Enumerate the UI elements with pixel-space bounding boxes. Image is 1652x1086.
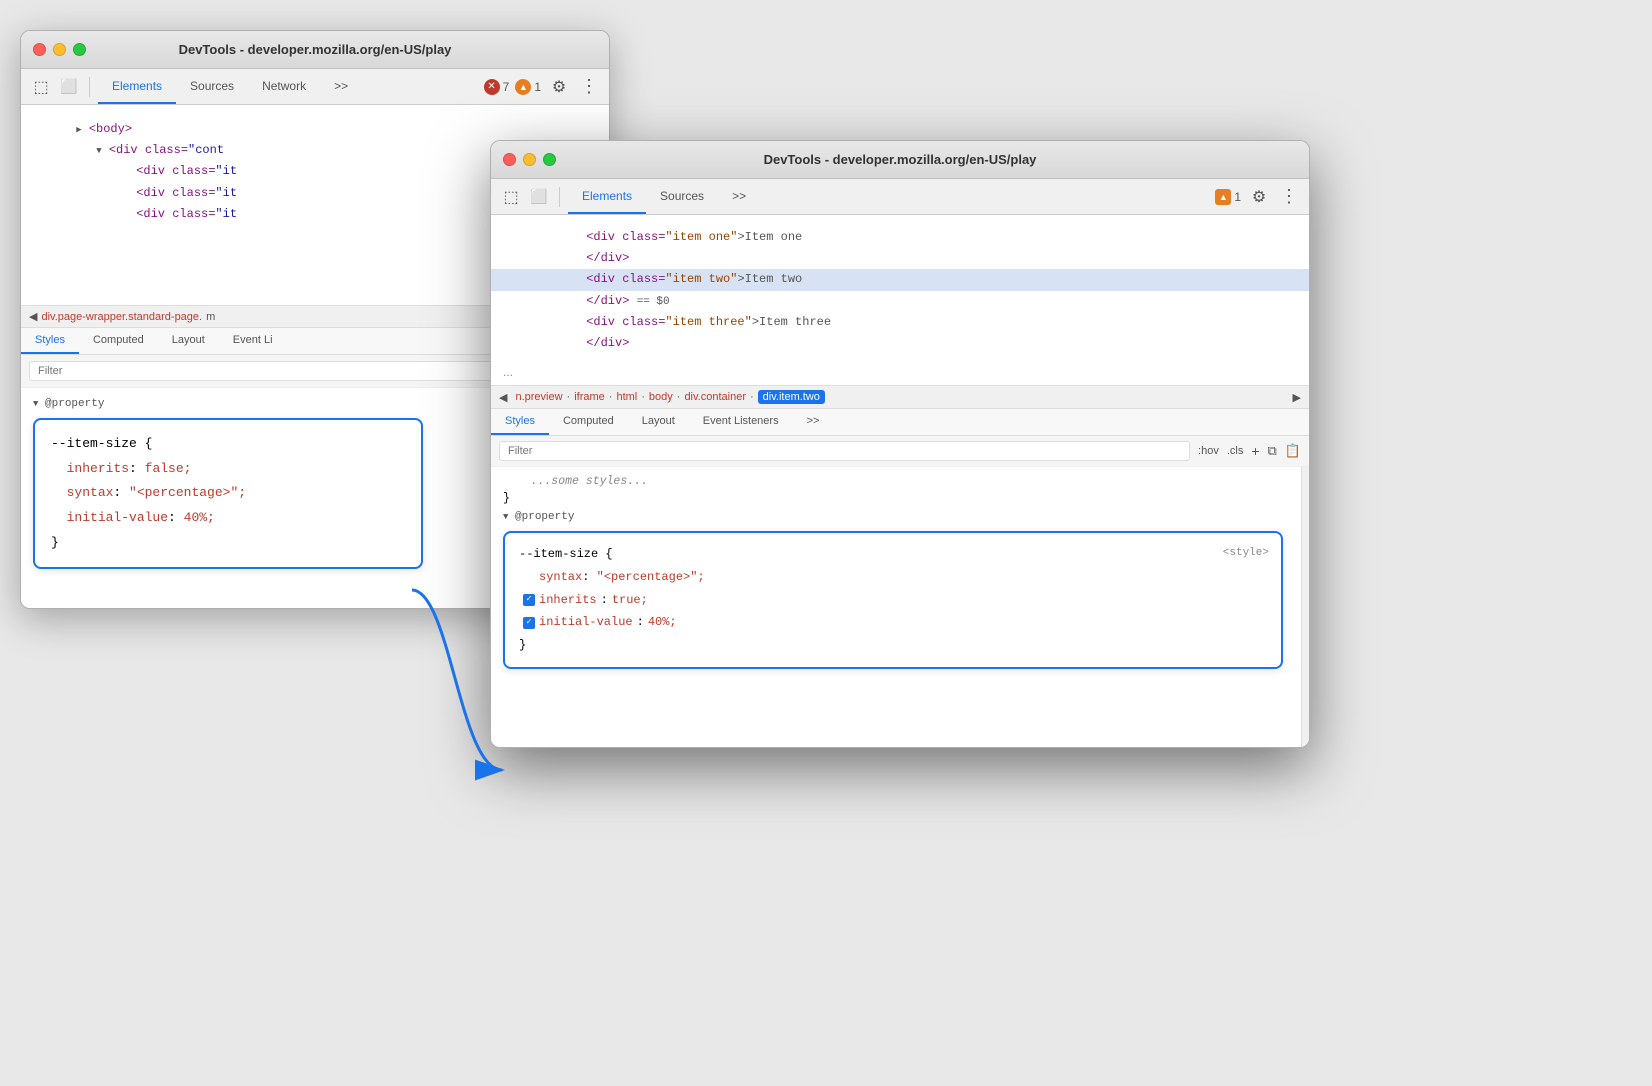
toolbar-front: ⬚ ⬜ Elements Sources >> ▲ 1 ⚙ ⋮: [491, 179, 1309, 215]
initial-value-checkbox[interactable]: [523, 617, 535, 629]
css-rule-back: --item-size { inherits: false; syntax: "…: [51, 432, 405, 555]
html-line-item-two-close: </div> == $0: [491, 291, 1309, 313]
tab-sources-front[interactable]: Sources: [646, 179, 718, 214]
copy-btn[interactable]: ⧉: [1268, 443, 1277, 459]
titlebar-back: DevTools - developer.mozilla.org/en-US/p…: [21, 31, 609, 69]
breadcrumb-back-btn-front[interactable]: ◀: [499, 391, 507, 404]
css-prop-syntax: syntax: "<percentage>";: [519, 566, 1267, 589]
tab-eventlis-front[interactable]: Event Listeners: [689, 409, 793, 435]
html-line-item-one-close: </div>: [491, 248, 1309, 269]
tab-elements-back[interactable]: Elements: [98, 69, 176, 104]
error-number-back: 7: [503, 80, 510, 94]
close-button-front[interactable]: [503, 153, 516, 166]
cls-btn[interactable]: .cls: [1227, 445, 1244, 457]
dots-indicator-front: ...: [491, 363, 1309, 381]
tab-layout-back[interactable]: Layout: [158, 328, 219, 354]
traffic-lights-back: [33, 43, 86, 56]
error-badge-back: ✕ 7: [484, 79, 510, 95]
styles-main-front: ...some styles... } ▼ @property --item-s…: [491, 467, 1301, 747]
breadcrumb-back-btn[interactable]: ◀: [29, 310, 37, 323]
warn-badge-front: ▲ 1: [1215, 189, 1241, 205]
tab-eventlis-back[interactable]: Event Li: [219, 328, 287, 354]
maximize-button-front[interactable]: [543, 153, 556, 166]
window-title-back: DevTools - developer.mozilla.org/en-US/p…: [179, 42, 452, 57]
minimize-button-back[interactable]: [53, 43, 66, 56]
tab-styles-back[interactable]: Styles: [21, 328, 79, 354]
filter-input-front[interactable]: [499, 441, 1190, 461]
titlebar-front: DevTools - developer.mozilla.org/en-US/p…: [491, 141, 1309, 179]
warn-number-front: 1: [1234, 190, 1241, 204]
css-box-front: --item-size { <style> syntax: "<percenta…: [503, 531, 1283, 669]
warn-number-back: 1: [534, 80, 541, 94]
tab-network-back[interactable]: Network: [248, 69, 320, 104]
bc-preview[interactable]: n.preview: [515, 391, 562, 403]
at-property-front: ▼ @property: [491, 507, 1301, 527]
close-button-back[interactable]: [33, 43, 46, 56]
tab-sources-back[interactable]: Sources: [176, 69, 248, 104]
bc-html[interactable]: html: [616, 391, 637, 403]
breadcrumb-front: ◀ n.preview · iframe · html · body · div…: [491, 385, 1309, 409]
css-prop-initial: initial-value: 40%;: [519, 611, 1267, 634]
tab-bar-front: Elements Sources >>: [568, 179, 1211, 214]
tab-more-back[interactable]: >>: [320, 69, 362, 104]
tab-more-front[interactable]: >>: [718, 179, 760, 214]
maximize-button-back[interactable]: [73, 43, 86, 56]
more-icon-front[interactable]: ⋮: [1277, 185, 1301, 209]
arrow-path: [412, 590, 502, 770]
toolbar-right-back: ✕ 7 ▲ 1 ⚙ ⋮: [484, 75, 601, 99]
html-tree-front: <div class="item one">Item one </div> <d…: [491, 219, 1309, 363]
minimize-button-front[interactable]: [523, 153, 536, 166]
bc-iframe[interactable]: iframe: [574, 391, 605, 403]
devtools-window-front: DevTools - developer.mozilla.org/en-US/p…: [490, 140, 1310, 748]
tab-elements-front[interactable]: Elements: [568, 179, 646, 214]
scrollbar-front[interactable]: [1301, 467, 1309, 747]
filter-area-front: :hov .cls + ⧉ 📋: [491, 436, 1309, 467]
warn-icon-back: ▲: [515, 79, 531, 95]
html-line-body: ▶ <body>: [21, 119, 609, 140]
device-icon[interactable]: ⬜: [57, 75, 81, 99]
bc-body[interactable]: body: [649, 391, 673, 403]
tab-styles-front[interactable]: Styles: [491, 409, 549, 435]
bc-item-two[interactable]: div.item.two: [758, 390, 825, 404]
css-prop-inherits: inherits: true;: [519, 589, 1267, 612]
html-line-item-two[interactable]: <div class="item two">Item two: [491, 269, 1309, 290]
tab-bar-back: Elements Sources Network >>: [98, 69, 480, 104]
inspect-icon-front[interactable]: ⬚: [499, 185, 523, 209]
closing-brace-top: }: [491, 490, 1301, 507]
warn-icon-front: ▲: [1215, 189, 1231, 205]
traffic-lights-front: [503, 153, 556, 166]
settings-icon-front[interactable]: ⚙: [1247, 185, 1271, 209]
panel-tabs-front: Styles Computed Layout Event Listeners >…: [491, 409, 1309, 436]
bc-container[interactable]: div.container: [684, 391, 746, 403]
styles-content-front: ...some styles... } ▼ @property --item-s…: [491, 467, 1309, 747]
style-tag-front: <style>: [1223, 543, 1269, 564]
settings-icon-back[interactable]: ⚙: [547, 75, 571, 99]
breadcrumb-forward-btn-front[interactable]: ▶: [1293, 391, 1301, 404]
elements-panel-front: <div class="item one">Item one </div> <d…: [491, 215, 1309, 385]
warn-badge-back: ▲ 1: [515, 79, 541, 95]
css-box-back: --item-size { inherits: false; syntax: "…: [33, 418, 423, 569]
tab-computed-back[interactable]: Computed: [79, 328, 158, 354]
clipboard-btn[interactable]: 📋: [1285, 443, 1301, 459]
tab-computed-front[interactable]: Computed: [549, 409, 628, 435]
html-line-item-three: <div class="item three">Item three: [491, 312, 1309, 333]
more-icon-back[interactable]: ⋮: [577, 75, 601, 99]
inspect-icon[interactable]: ⬚: [29, 75, 53, 99]
html-line-item-one-partial: <div class="item one">Item one: [491, 227, 1309, 248]
device-icon-front[interactable]: ⬜: [527, 185, 551, 209]
partial-rule-top: ...some styles...: [491, 473, 1301, 490]
inherits-checkbox[interactable]: [523, 594, 535, 606]
tab-more2-front[interactable]: >>: [793, 409, 834, 435]
error-count-back: ✕: [484, 79, 500, 95]
tab-layout-front[interactable]: Layout: [628, 409, 689, 435]
toolbar-back: ⬚ ⬜ Elements Sources Network >> ✕ 7 ▲ 1 …: [21, 69, 609, 105]
breadcrumb-selector-back[interactable]: div.page-wrapper.standard-page.: [41, 311, 202, 323]
css-rule-front: --item-size { <style> syntax: "<percenta…: [519, 543, 1267, 657]
html-line-item-three-close: </div>: [491, 333, 1309, 354]
window-title-front: DevTools - developer.mozilla.org/en-US/p…: [764, 152, 1037, 167]
hov-btn[interactable]: :hov: [1198, 445, 1219, 457]
add-style-btn[interactable]: +: [1251, 443, 1259, 459]
toolbar-right-front: ▲ 1 ⚙ ⋮: [1215, 185, 1301, 209]
